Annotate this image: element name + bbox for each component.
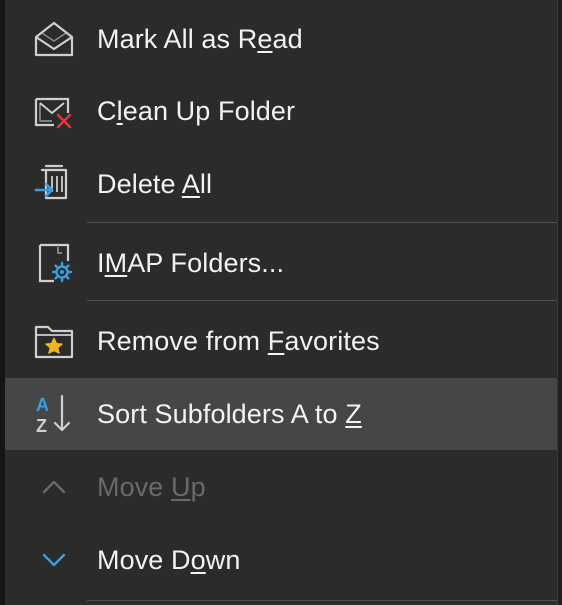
svg-text:Z: Z: [36, 416, 47, 436]
menu-item-imap-folders[interactable]: IMAP Folders...: [5, 227, 557, 299]
menu-item-sort-subfolders-a-to-z[interactable]: A Z Sort Subfolders A to Z: [5, 378, 557, 450]
menu-item-clean-up-folder[interactable]: Clean Up Folder: [5, 75, 557, 147]
menu-item-label: Remove from Favorites: [97, 325, 380, 356]
menu-item-label: Delete All: [97, 168, 213, 199]
menu-item-label: Move Up: [97, 471, 206, 502]
context-menu-screen: Mark All as Read Clean Up Folder Delete …: [0, 0, 562, 605]
envelope-open-icon: [32, 17, 76, 61]
chevron-up-icon: [32, 465, 76, 509]
menu-separator: [87, 222, 557, 223]
menu-item-delete-all[interactable]: Delete All: [5, 148, 557, 220]
menu-item-move-down[interactable]: Move Down: [5, 524, 557, 596]
menu-item-label: Move Down: [97, 544, 241, 575]
menu-item-mark-all-as-read[interactable]: Mark All as Read: [5, 3, 557, 75]
menu-item-label: Clean Up Folder: [97, 95, 296, 126]
folder-star-icon: [32, 319, 76, 363]
menu-separator: [87, 300, 557, 301]
svg-text:A: A: [36, 395, 49, 415]
menu-item-remove-from-favorites[interactable]: Remove from Favorites: [5, 305, 557, 377]
menu-item-label: Sort Subfolders A to Z: [97, 398, 362, 429]
folder-context-menu: Mark All as Read Clean Up Folder Delete …: [5, 0, 558, 605]
menu-separator: [87, 600, 557, 601]
chevron-down-icon: [32, 538, 76, 582]
delete-all-icon: [32, 162, 76, 206]
menu-item-label: Mark All as Read: [97, 23, 303, 54]
clean-up-folder-icon: [32, 89, 76, 133]
menu-item-label: IMAP Folders...: [97, 247, 285, 278]
menu-item-move-up: Move Up: [5, 451, 557, 523]
imap-folder-settings-icon: [32, 241, 76, 285]
sort-a-to-z-icon: A Z: [32, 392, 76, 436]
